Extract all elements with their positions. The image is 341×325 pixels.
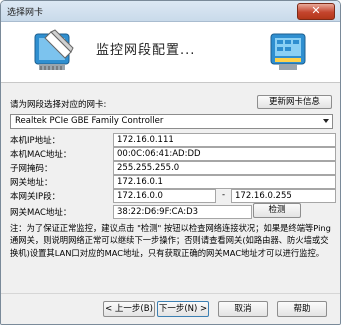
subnet-mask-label: 子网掩码： [10, 164, 53, 174]
local-mac-field[interactable]: 00:0C:06:41:AD:DD [113, 147, 336, 161]
chevron-down-icon[interactable] [323, 119, 329, 123]
local-ip-label: 本机IP地址： [10, 136, 61, 146]
subnet-mask-field[interactable]: 255.255.255.0 [113, 161, 336, 175]
gateway-mac-label: 网关MAC地址： [10, 208, 72, 218]
header-banner: 监控网段配置... [1, 22, 340, 83]
adapter-select[interactable]: Realtek PCIe GBE Family Controller [10, 114, 333, 129]
detect-button[interactable]: 检测 [253, 203, 301, 218]
note-text: 注：为了保证正常监控，建议点击 "检测" 按钮以检查网络连接状况；如果是终端等P… [10, 223, 331, 258]
ip-range-separator: - [222, 190, 226, 200]
gateway-mac-field[interactable]: 38:22:D6:9F:CA:D3 [113, 205, 252, 219]
refresh-adapter-button[interactable]: 更新网卡信息 [257, 95, 332, 109]
local-ip-field[interactable]: 172.16.0.111 [113, 133, 336, 147]
help-button[interactable]: 帮助 [277, 301, 327, 317]
ip-range-start-field[interactable]: 172.16.0.0 [113, 189, 216, 203]
ip-range-label: 本网关IP段： [10, 192, 61, 202]
dialog-window: 选择网卡 ✕ 监控网段配置... 请为网段选择对应的网卡: 更新网卡信息 Rea… [0, 0, 341, 325]
footer-bar: < 上一步(B) 下一步(N) > 取消 帮助 [1, 293, 340, 324]
next-button[interactable]: 下一步(N) > [157, 301, 209, 317]
gateway-label: 网关地址： [10, 178, 53, 188]
local-mac-label: 本机MAC地址： [10, 150, 72, 160]
cancel-button[interactable]: 取消 [218, 301, 268, 317]
page-heading: 监控网段配置... [96, 43, 196, 58]
ip-range-end-field[interactable]: 172.16.0.255 [231, 189, 336, 203]
close-button[interactable]: ✕ [297, 3, 335, 20]
window-title: 选择网卡 [7, 8, 44, 18]
back-button[interactable]: < 上一步(B) [103, 301, 155, 317]
title-bar: 选择网卡 ✕ [1, 1, 340, 22]
network-card-icon [34, 29, 74, 70]
adapter-prompt: 请为网段选择对应的网卡: [10, 100, 107, 110]
network-config-icon [270, 33, 306, 70]
gateway-field[interactable]: 172.16.0.1 [113, 175, 336, 189]
adapter-selected-value: Realtek PCIe GBE Family Controller [15, 116, 164, 126]
